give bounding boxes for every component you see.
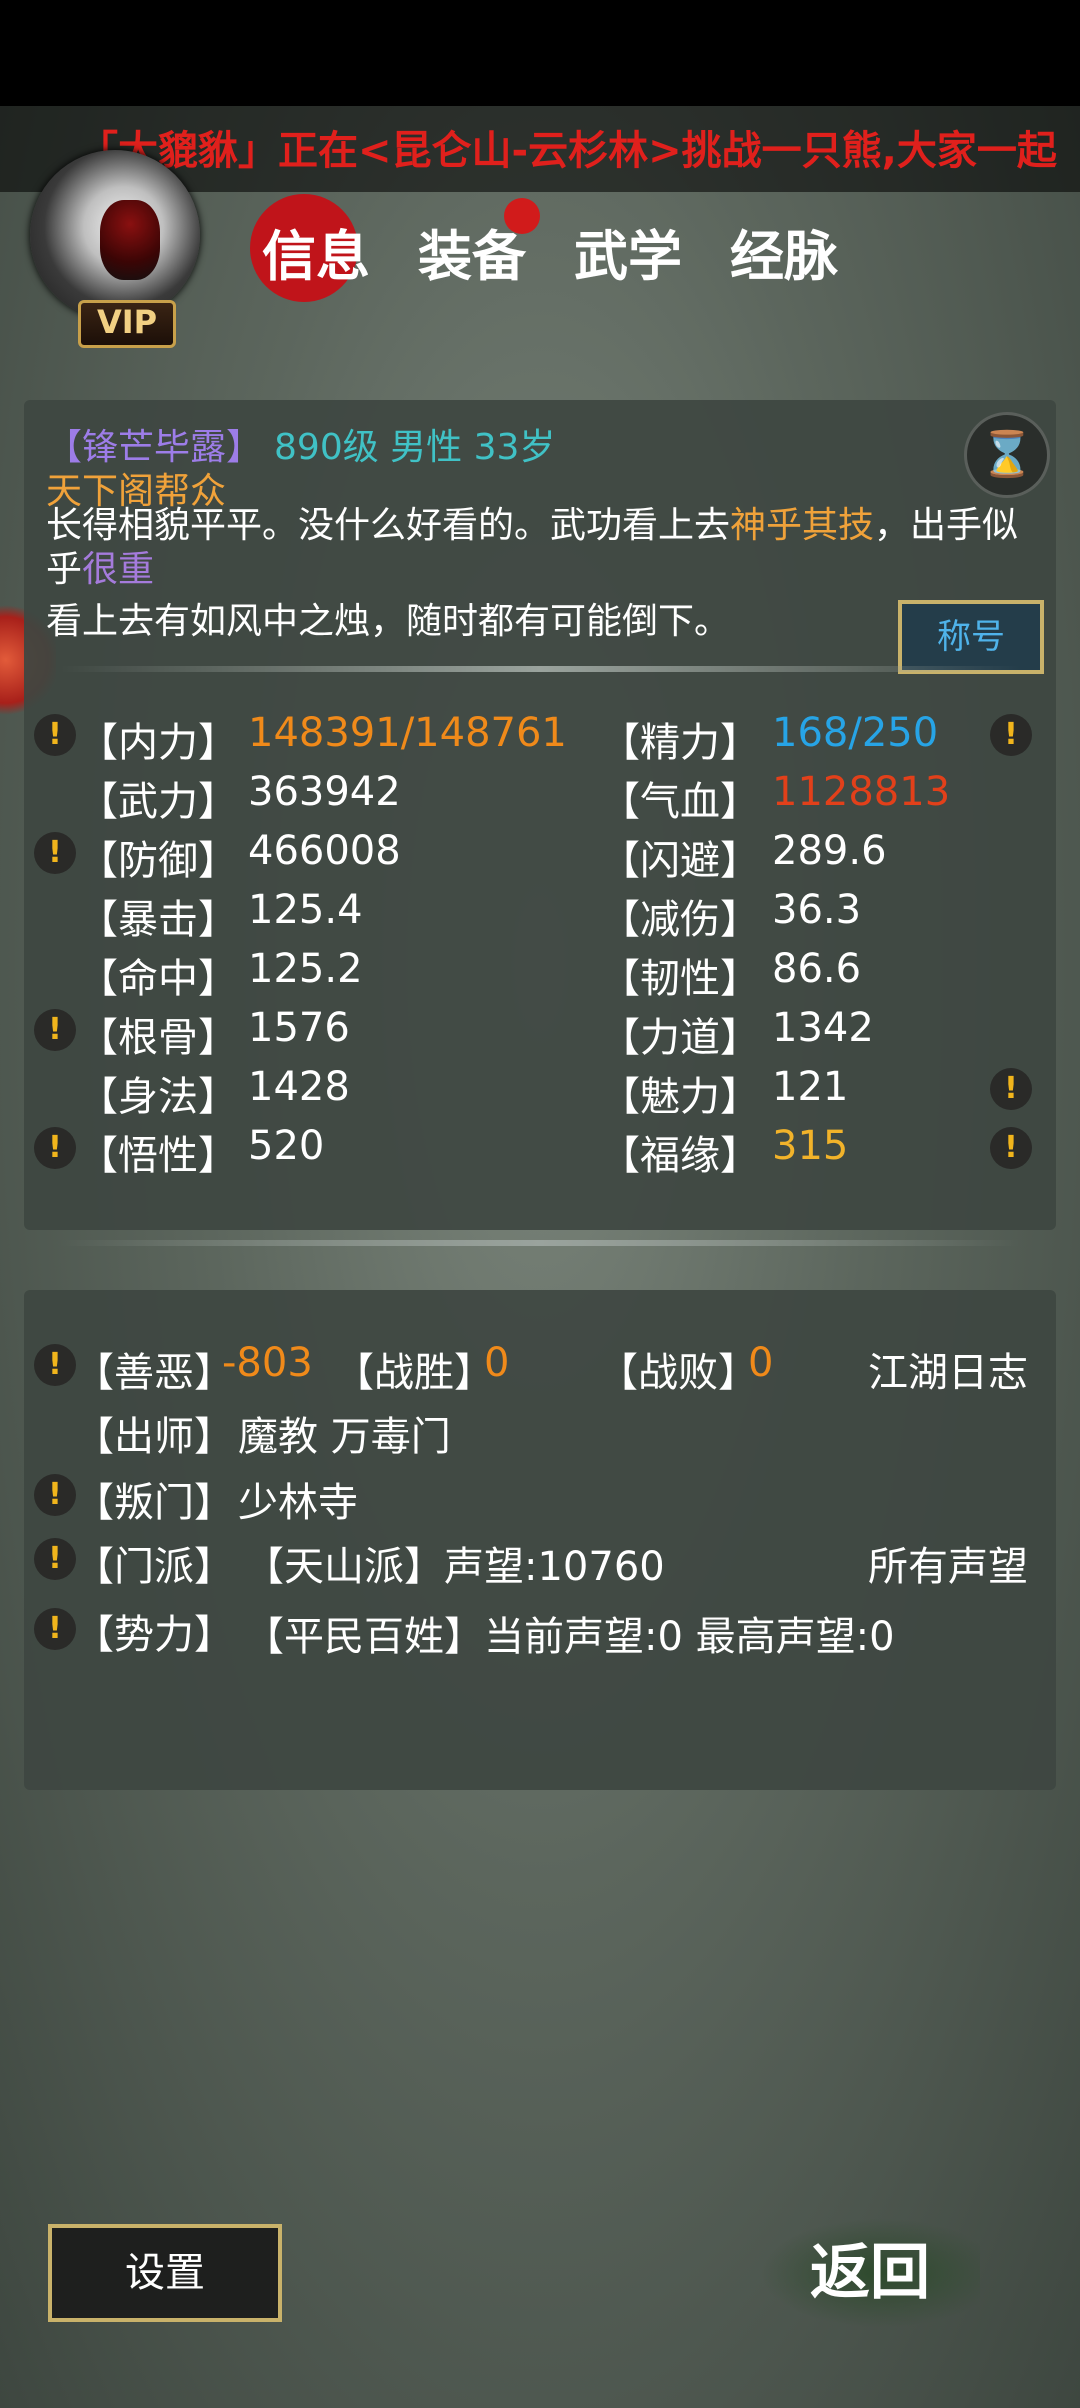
stat-label: 【精力】 — [600, 720, 760, 766]
stat-value: 520 — [248, 1123, 325, 1169]
hourglass-icon[interactable]: ⌛ — [964, 412, 1050, 498]
stat-value: 289.6 — [772, 828, 887, 874]
stat-value: 1128813 — [772, 769, 951, 815]
tab-equipment[interactable]: 装备 — [394, 197, 550, 291]
stat-label: 【命中】 — [78, 956, 238, 1002]
faction-value: 【平民百姓】当前声望:0 最高声望:0 — [244, 1614, 895, 1660]
stat-value: 315 — [772, 1123, 849, 1169]
title-button[interactable]: 称号 — [898, 600, 1044, 674]
stat-label: 【根骨】 — [78, 1015, 238, 1061]
stat-label: 【闪避】 — [600, 838, 760, 884]
jianghu-log-link[interactable]: 江湖日志 — [868, 1340, 1028, 1398]
stat-value: 1576 — [248, 1005, 350, 1051]
tab-bar: 信息 装备 武学 经脉 — [238, 193, 888, 306]
warning-icon[interactable]: ! — [990, 1127, 1032, 1169]
stat-value: 121 — [772, 1064, 849, 1110]
warning-icon[interactable]: ! — [34, 1009, 76, 1051]
stat-label: 【身法】 — [78, 1074, 238, 1120]
all-fame-link[interactable]: 所有声望 — [868, 1534, 1028, 1592]
tab-martial-arts[interactable]: 武学 — [550, 212, 706, 291]
stat-label: 【武力】 — [78, 779, 238, 825]
losses-label: 【战败】 — [598, 1350, 758, 1396]
stat-label: 【韧性】 — [600, 956, 760, 1002]
stat-label: 【内力】 — [78, 720, 238, 766]
warning-icon[interactable]: ! — [990, 714, 1032, 756]
stat-value: 86.6 — [772, 946, 862, 992]
divider — [60, 666, 1020, 672]
stat-label: 【悟性】 — [78, 1133, 238, 1179]
tab-equipment-label: 装备 — [418, 223, 526, 288]
warning-icon[interactable]: ! — [34, 1538, 76, 1580]
stat-value: 363942 — [248, 769, 401, 815]
warning-icon[interactable]: ! — [34, 1608, 76, 1650]
stat-label: 【福缘】 — [600, 1133, 760, 1179]
desc-highlight-d: 很重 — [82, 549, 155, 590]
master-label: 【出师】 — [74, 1414, 234, 1460]
stat-value: 125.2 — [248, 946, 363, 992]
avatar-face — [100, 200, 160, 280]
warning-icon[interactable]: ! — [34, 1474, 76, 1516]
faction-label: 【势力】 — [74, 1612, 234, 1658]
divider — [60, 1240, 1020, 1246]
desc-text-a: 长得相貌平平。没什么好看的。武功看上去 — [46, 505, 731, 546]
warning-icon[interactable]: ! — [990, 1068, 1032, 1110]
desc-highlight-b: 神乎其技 — [730, 505, 875, 546]
wins-value: 0 — [484, 1340, 510, 1386]
master-value: 魔教 万毒门 — [238, 1414, 451, 1460]
traitor-value: 少林寺 — [238, 1480, 358, 1526]
traitor-label: 【叛门】 — [74, 1480, 234, 1526]
stat-value: 36.3 — [772, 887, 862, 933]
tab-meridians[interactable]: 经脉 — [706, 212, 862, 291]
tab-info[interactable]: 信息 — [238, 193, 394, 302]
vip-badge: VIP — [78, 300, 176, 348]
notification-dot — [504, 197, 540, 234]
back-button[interactable]: 返回 — [760, 2218, 980, 2328]
wins-label: 【战胜】 — [334, 1350, 494, 1396]
school-label: 【门派】 — [74, 1544, 234, 1590]
warning-icon[interactable]: ! — [34, 714, 76, 756]
school-value: 【天山派】声望:10760 — [244, 1544, 665, 1590]
stat-value: 466008 — [248, 828, 401, 874]
warning-icon[interactable]: ! — [34, 1127, 76, 1169]
stat-label: 【力道】 — [600, 1015, 760, 1061]
stat-value: 1342 — [772, 1005, 874, 1051]
stat-label: 【防御】 — [78, 838, 238, 884]
stat-value: 125.4 — [248, 887, 363, 933]
stat-label: 【魅力】 — [600, 1074, 760, 1120]
status-bar — [0, 0, 1080, 106]
warning-icon[interactable]: ! — [34, 832, 76, 874]
stat-value: 148391/148761 — [248, 710, 567, 756]
avatar[interactable] — [30, 150, 200, 320]
stat-label: 【减伤】 — [600, 897, 760, 943]
stat-label: 【气血】 — [600, 779, 760, 825]
player-description: 长得相貌平平。没什么好看的。武功看上去神乎其技，出手似乎很重 — [46, 504, 1036, 592]
stat-value: 1428 — [248, 1064, 350, 1110]
player-condition: 看上去有如风中之烛，随时都有可能倒下。 — [46, 601, 731, 642]
warning-icon[interactable]: ! — [34, 1344, 76, 1386]
stat-value: 168/250 — [772, 710, 939, 756]
losses-value: 0 — [748, 1340, 774, 1386]
player-level-info: 890级 男性 33岁 — [274, 427, 556, 468]
stat-label: 【暴击】 — [78, 897, 238, 943]
good-evil-value: -803 — [222, 1340, 313, 1386]
good-evil-label: 【善恶】 — [74, 1350, 234, 1396]
settings-button[interactable]: 设置 — [48, 2224, 282, 2322]
